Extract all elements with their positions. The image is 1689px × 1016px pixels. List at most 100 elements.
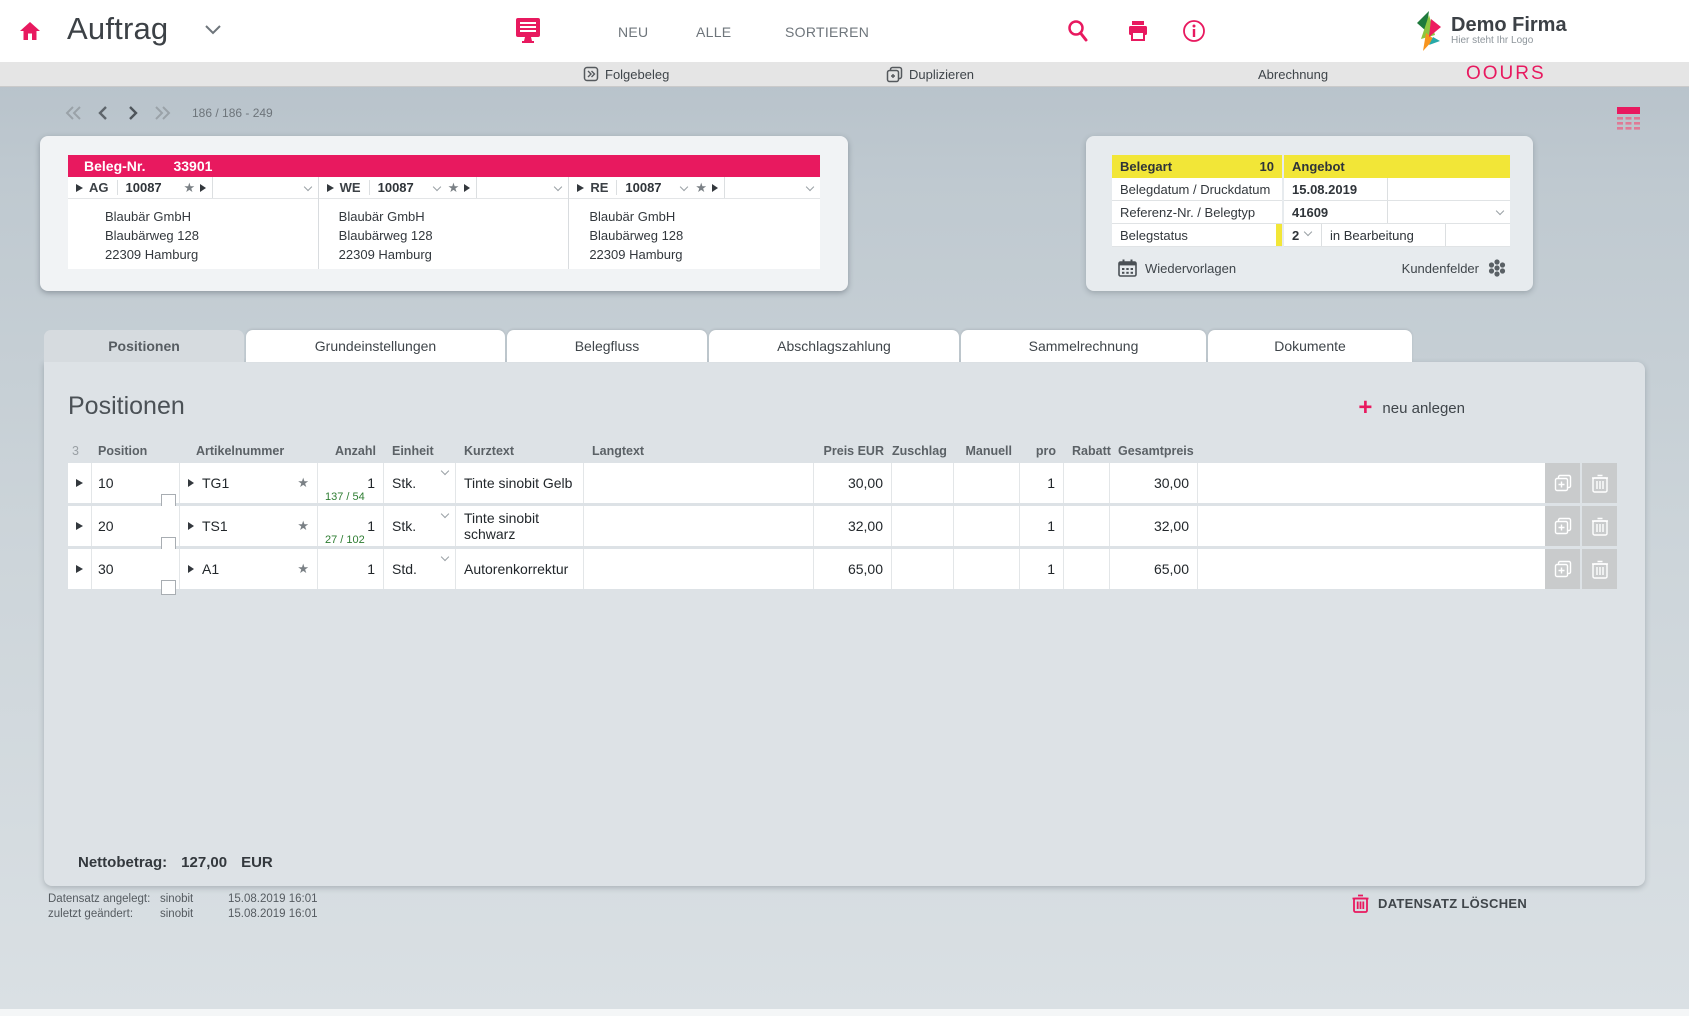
party-goto-icon[interactable] [464, 183, 471, 192]
duplicate-row-button[interactable] [1545, 549, 1580, 589]
abrechnung-button[interactable]: Abrechnung [1258, 62, 1328, 86]
favorite-star-icon[interactable]: ★ [297, 561, 309, 577]
article-number[interactable]: A1 [202, 561, 219, 577]
duplicate-row-button[interactable] [1545, 506, 1580, 546]
party-code: RE [590, 180, 609, 195]
zuschlag-cell[interactable] [892, 506, 954, 546]
delete-row-button[interactable] [1582, 506, 1617, 546]
duplicate-row-button[interactable] [1545, 463, 1580, 503]
tab-grundeinstellungen[interactable]: Grundeinstellungen [246, 330, 505, 362]
party-id-field[interactable]: 10087 [616, 180, 678, 195]
favorite-star-icon[interactable]: ★ [695, 180, 707, 196]
first-record-icon[interactable] [64, 104, 82, 122]
kurztext-cell[interactable]: Tinte sinobit Gelb [456, 463, 584, 503]
pro-cell[interactable]: 1 [1020, 506, 1064, 546]
folgebeleg-button[interactable]: Folgebeleg [583, 62, 669, 86]
sortieren-button[interactable]: SORTIEREN [785, 24, 869, 40]
rabatt-cell[interactable] [1064, 463, 1110, 503]
document-list-icon[interactable] [513, 16, 543, 46]
party-expand-icon[interactable] [76, 183, 83, 192]
wiedervorlagen-button[interactable]: Wiedervorlagen [1118, 259, 1236, 277]
party-expand-icon[interactable] [577, 183, 585, 192]
manuell-cell[interactable] [954, 506, 1020, 546]
delete-record-button[interactable]: DATENSATZ LÖSCHEN [1352, 894, 1527, 913]
last-record-icon[interactable] [154, 104, 172, 122]
home-icon[interactable] [18, 19, 42, 43]
zuschlag-cell[interactable] [892, 463, 954, 503]
title-chevron-down-icon[interactable] [204, 24, 222, 36]
party-id-field[interactable]: 10087 [368, 180, 431, 195]
favorite-star-icon[interactable]: ★ [297, 518, 309, 534]
price-cell[interactable]: 65,00 [814, 549, 892, 589]
unit-dropdown[interactable]: Stk. [384, 463, 456, 503]
search-icon[interactable] [1066, 19, 1090, 43]
druckdatum-field[interactable] [1388, 178, 1510, 200]
chevron-down-icon [1496, 208, 1504, 216]
tab-sammelrechnung[interactable]: Sammelrechnung [961, 330, 1206, 362]
article-expand-icon[interactable] [188, 565, 194, 573]
zuschlag-cell[interactable] [892, 549, 954, 589]
add-position-button[interactable]: + neu anlegen [1358, 396, 1465, 420]
unit-dropdown[interactable]: Stk. [384, 506, 456, 546]
chevron-down-icon[interactable] [680, 184, 688, 192]
price-cell[interactable]: 30,00 [814, 463, 892, 503]
table-view-icon[interactable] [1616, 106, 1641, 133]
kundenfelder-button[interactable]: Kundenfelder [1402, 258, 1507, 278]
tab-belegfluss[interactable]: Belegfluss [507, 330, 707, 362]
kurztext-cell[interactable]: Autorenkorrektur [456, 549, 584, 589]
party-dropdown[interactable] [724, 177, 820, 198]
manuell-cell[interactable] [954, 463, 1020, 503]
duplizieren-button[interactable]: Duplizieren [886, 62, 974, 86]
belegdatum-field[interactable]: 15.08.2019 [1284, 178, 1388, 200]
info-icon[interactable] [1182, 19, 1206, 43]
kurztext-cell[interactable]: Tinte sinobit schwarz [456, 506, 584, 546]
article-expand-icon[interactable] [188, 522, 194, 530]
article-expand-icon[interactable] [188, 479, 194, 487]
pro-cell[interactable]: 1 [1020, 463, 1064, 503]
langtext-cell[interactable] [584, 506, 814, 546]
delete-row-button[interactable] [1582, 463, 1617, 503]
row-expand-icon[interactable] [68, 549, 92, 589]
row-expand-icon[interactable] [68, 506, 92, 546]
langtext-cell[interactable] [584, 549, 814, 589]
referenz-field[interactable]: 41609 [1284, 201, 1388, 223]
tab-abschlagszahlung[interactable]: Abschlagszahlung [709, 330, 959, 362]
tab-positionen[interactable]: Positionen [44, 330, 244, 362]
belegtyp-dropdown[interactable] [1388, 201, 1510, 223]
party-id-field[interactable]: 10087 [116, 180, 179, 195]
quantity-value[interactable]: 1 [367, 475, 375, 491]
belegstatus-dropdown[interactable]: 2 [1284, 224, 1322, 246]
neu-button[interactable]: NEU [618, 24, 648, 40]
alle-button[interactable]: ALLE [696, 24, 731, 40]
chevron-down-icon[interactable] [433, 184, 441, 192]
manuell-cell[interactable] [954, 549, 1020, 589]
delete-row-button[interactable] [1582, 549, 1617, 589]
quantity-value[interactable]: 1 [367, 518, 375, 534]
party-dropdown[interactable] [476, 177, 568, 198]
rabatt-cell[interactable] [1064, 506, 1110, 546]
price-cell[interactable]: 32,00 [814, 506, 892, 546]
favorite-star-icon[interactable]: ★ [448, 180, 460, 196]
party-goto-icon[interactable] [712, 183, 719, 192]
created-user: sinobit [160, 893, 194, 905]
article-number[interactable]: TG1 [202, 475, 229, 491]
printer-icon[interactable] [1126, 19, 1150, 43]
party-expand-icon[interactable] [326, 183, 334, 192]
party-dropdown[interactable] [212, 177, 318, 198]
pro-cell[interactable]: 1 [1020, 549, 1064, 589]
top-header-bar: Auftrag NEU ALLE SORTIEREN Demo Firma Hi… [0, 0, 1689, 62]
favorite-star-icon[interactable]: ★ [184, 180, 196, 196]
quantity-value[interactable]: 1 [367, 561, 375, 577]
row-checkbox[interactable] [161, 580, 176, 595]
next-record-icon[interactable] [124, 104, 142, 122]
company-logo[interactable]: Demo Firma Hier steht Ihr Logo [1413, 9, 1567, 53]
party-goto-icon[interactable] [200, 183, 207, 192]
tab-dokumente[interactable]: Dokumente [1208, 330, 1412, 362]
rabatt-cell[interactable] [1064, 549, 1110, 589]
row-expand-icon[interactable] [68, 463, 92, 503]
article-number[interactable]: TS1 [202, 518, 228, 534]
favorite-star-icon[interactable]: ★ [297, 475, 309, 491]
previous-record-icon[interactable] [94, 104, 112, 122]
unit-dropdown[interactable]: Std. [384, 549, 456, 589]
langtext-cell[interactable] [584, 463, 814, 503]
